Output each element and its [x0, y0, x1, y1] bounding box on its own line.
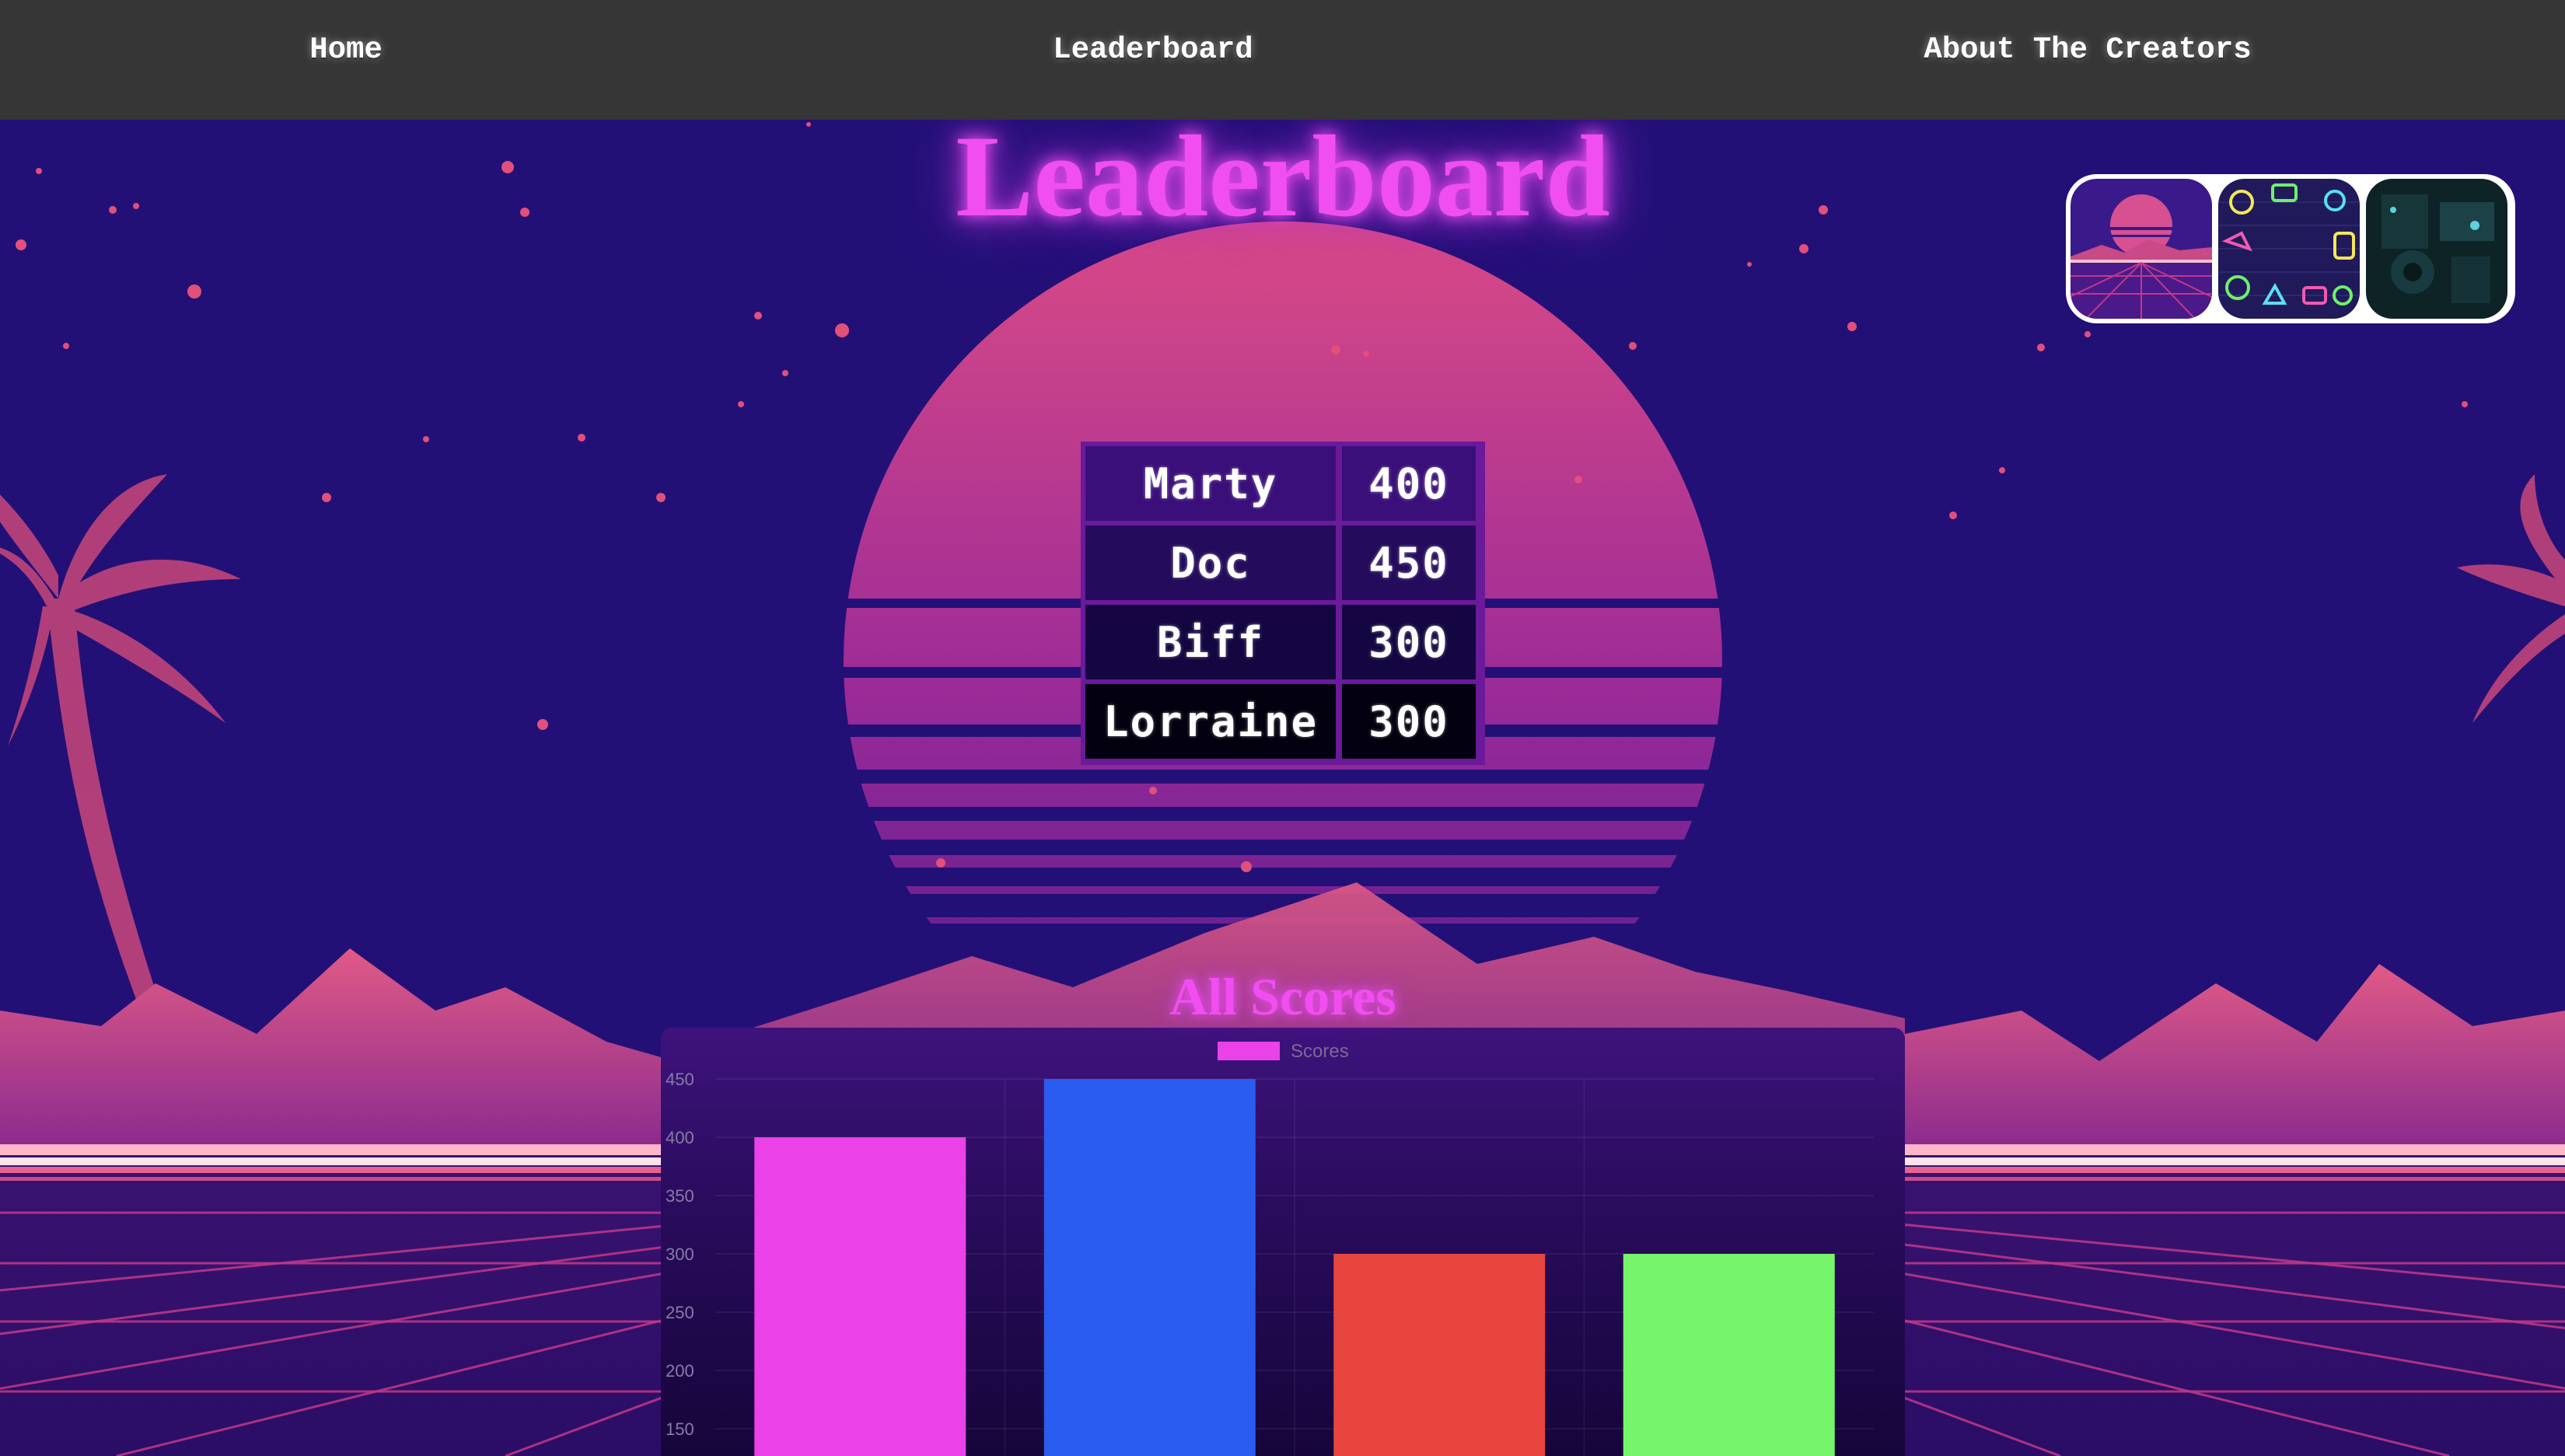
synthwave-sunset-thumbnail[interactable] [2071, 179, 2212, 319]
page-title: Leaderboard [956, 112, 1610, 241]
chart-legend[interactable]: Scores [1218, 1041, 1349, 1062]
player-name: Doc [1085, 525, 1336, 600]
nav-about-creators-link[interactable]: About The Creators [1850, 28, 2325, 72]
y-tick-label: 400 [666, 1128, 694, 1147]
player-name: Lorraine [1085, 684, 1336, 759]
legend-label: Scores [1291, 1041, 1349, 1062]
bar-lorraine[interactable] [1623, 1254, 1835, 1456]
scores-bar-chart: 450 400 350 300 250 200 150 Scores [666, 1041, 1874, 1456]
y-tick-label: 350 [666, 1186, 694, 1206]
chart-title: All Scores [1169, 967, 1396, 1026]
player-score: 300 [1342, 605, 1476, 679]
machinery-thumbnail-image [2366, 179, 2507, 319]
player-score: 300 [1342, 684, 1476, 759]
top-navbar: Home Leaderboard About The Creators [0, 0, 2565, 120]
player-name: Biff [1085, 605, 1336, 679]
neon-arcade-doodle-thumbnail[interactable] [2218, 179, 2360, 319]
y-tick-label: 200 [666, 1361, 694, 1381]
nav-leaderboard-link[interactable]: Leaderboard [972, 28, 1334, 72]
table-row: Biff 300 [1085, 605, 1480, 679]
table-row: Doc 450 [1085, 525, 1480, 600]
table-row: Lorraine 300 [1085, 684, 1480, 759]
scores-chart-panel: 450 400 350 300 250 200 150 Scores [661, 1028, 1905, 1456]
bar-doc[interactable] [1043, 1079, 1256, 1456]
table-row: Marty 400 [1085, 446, 1480, 521]
y-tick-label: 300 [666, 1245, 694, 1264]
player-score: 400 [1342, 446, 1476, 521]
legend-swatch [1218, 1042, 1280, 1060]
arcade-thumbnail-image [2218, 179, 2360, 319]
theme-selector [2066, 174, 2515, 323]
bar-marty[interactable] [754, 1137, 966, 1456]
nav-home-link[interactable]: Home [264, 28, 428, 72]
player-score: 450 [1342, 525, 1476, 600]
bar-biff[interactable] [1333, 1254, 1546, 1456]
player-name: Marty [1085, 446, 1336, 521]
y-tick-label: 250 [666, 1303, 694, 1322]
dark-machinery-thumbnail[interactable] [2366, 179, 2507, 319]
y-tick-label: 450 [666, 1070, 694, 1089]
sunset-thumbnail-image [2071, 179, 2212, 319]
y-tick-label: 150 [666, 1419, 694, 1439]
leaderboard-table: Marty 400 Doc 450 Biff 300 Lorraine 300 [1081, 442, 1485, 765]
